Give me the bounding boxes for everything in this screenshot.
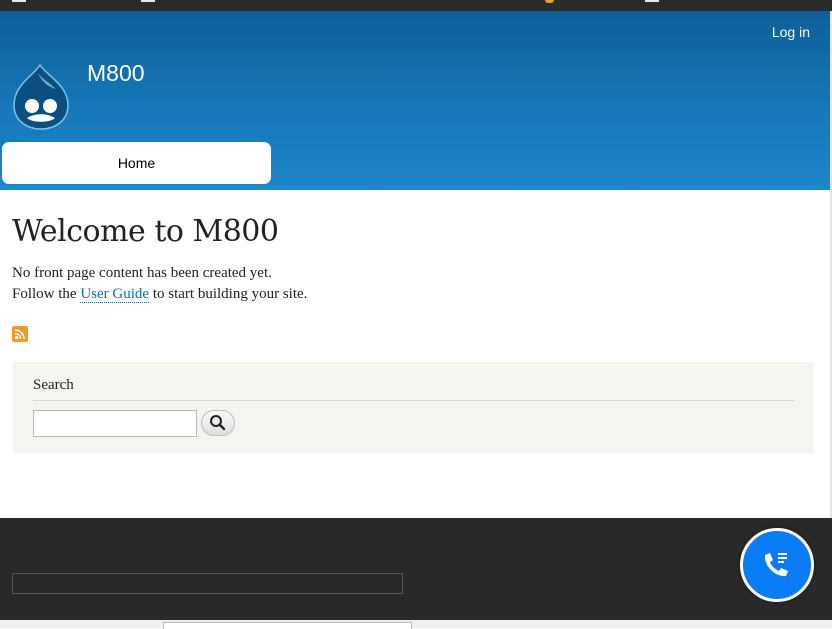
call-button[interactable] [740, 528, 814, 602]
browser-bottom-strip [0, 620, 832, 629]
site-header: Log in M800 Home [0, 11, 830, 190]
strip-status-dot [545, 0, 554, 3]
search-button[interactable] [201, 410, 235, 436]
search-divider [33, 400, 794, 401]
search-block-title: Search [33, 377, 74, 393]
main-content: Welcome to M800 No front page content ha… [12, 214, 814, 305]
strip-tab-marker [12, 0, 26, 2]
strip-tab-marker [141, 0, 155, 2]
search-input[interactable] [33, 410, 197, 437]
search-block: Search [13, 362, 814, 453]
nav-item-home[interactable]: Home [2, 142, 271, 184]
user-guide-link[interactable]: User Guide [80, 286, 150, 303]
footer-bar [12, 573, 403, 594]
drupal-logo-icon[interactable] [10, 63, 72, 131]
site-name[interactable]: M800 [87, 60, 145, 87]
browser-top-strip [0, 0, 832, 11]
user-guide-message: Follow the User Guide to start building … [12, 284, 814, 305]
message-text-before: Follow the [12, 286, 81, 302]
phone-call-icon [764, 553, 788, 577]
site-footer [0, 518, 832, 620]
search-icon [210, 415, 226, 431]
strip-tab-marker [645, 0, 659, 2]
main-nav: Home [2, 142, 271, 184]
page-title: Welcome to M800 [12, 214, 279, 249]
empty-content-message: No front page content has been created y… [12, 265, 272, 281]
rss-feed-icon[interactable] [12, 326, 28, 342]
login-link[interactable]: Log in [772, 24, 810, 40]
message-text-after: to start building your site. [149, 286, 308, 302]
